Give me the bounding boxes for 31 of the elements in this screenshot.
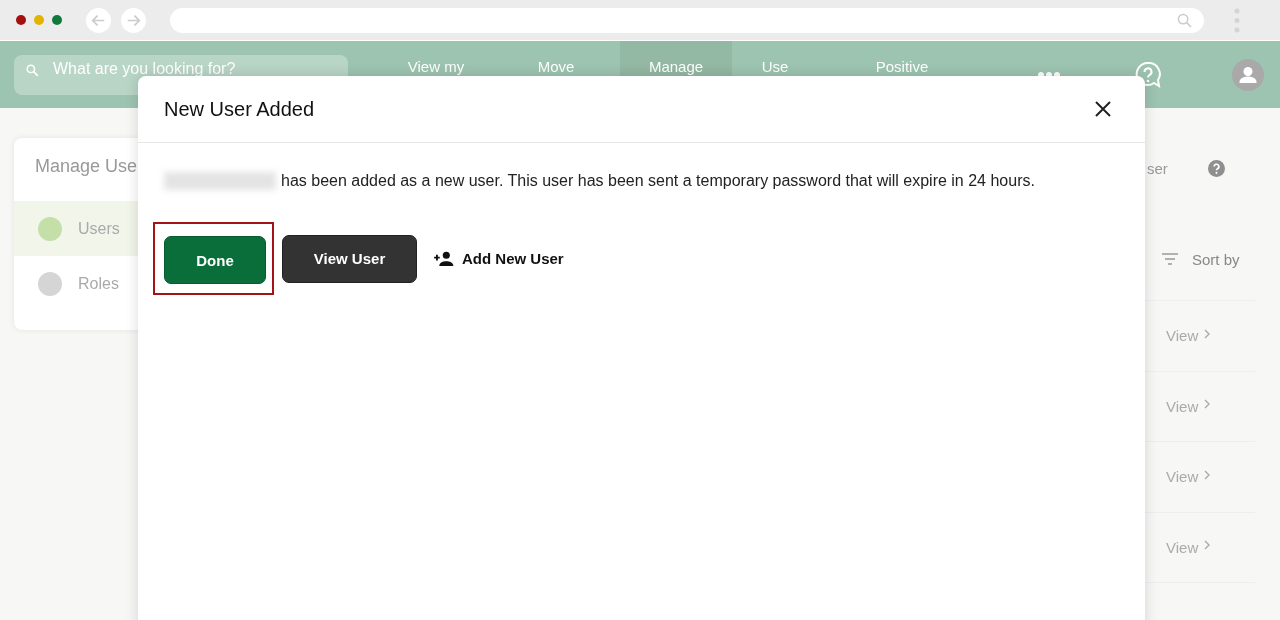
dialog-message: has been added as a new user. This user has been sent a temporary password that will expire in 24 hours. <box>281 172 1035 190</box>
chevron-icon <box>1204 540 1211 551</box>
sort-button[interactable]: Sort by <box>1192 250 1240 268</box>
avatar-icon[interactable] <box>1232 58 1264 91</box>
filter-icon <box>1162 253 1178 265</box>
close-window-icon[interactable] <box>16 15 26 25</box>
forward-icon[interactable] <box>121 7 146 33</box>
action-link[interactable]: ser <box>1147 159 1168 177</box>
dialog-title: New User Added <box>164 97 315 121</box>
sidebar-title: Manage Use <box>34 155 139 178</box>
chevron-icon <box>1204 399 1211 410</box>
chevron-icon <box>1204 328 1211 339</box>
view-link[interactable]: View <box>1166 397 1211 415</box>
view-link[interactable]: View <box>1166 538 1211 556</box>
menu-icon[interactable] <box>1234 7 1240 33</box>
help-icon[interactable] <box>1207 159 1225 177</box>
add-person-icon <box>433 251 454 266</box>
search-icon <box>26 63 39 77</box>
view-link[interactable]: View <box>1166 468 1211 486</box>
maximize-window-icon[interactable] <box>52 15 62 25</box>
back-icon[interactable] <box>86 7 111 33</box>
address-bar[interactable] <box>170 7 1204 33</box>
add-user-button[interactable]: Add New User <box>425 234 572 283</box>
view-link[interactable]: View <box>1166 327 1211 345</box>
help-chat-icon[interactable] <box>1134 60 1162 89</box>
view-user-button[interactable]: View User <box>282 234 417 283</box>
done-button[interactable]: Done <box>164 236 266 284</box>
chevron-icon <box>1204 469 1211 480</box>
search-icon <box>1177 12 1192 28</box>
close-icon[interactable] <box>1095 101 1111 117</box>
minimize-window-icon[interactable] <box>34 15 44 25</box>
